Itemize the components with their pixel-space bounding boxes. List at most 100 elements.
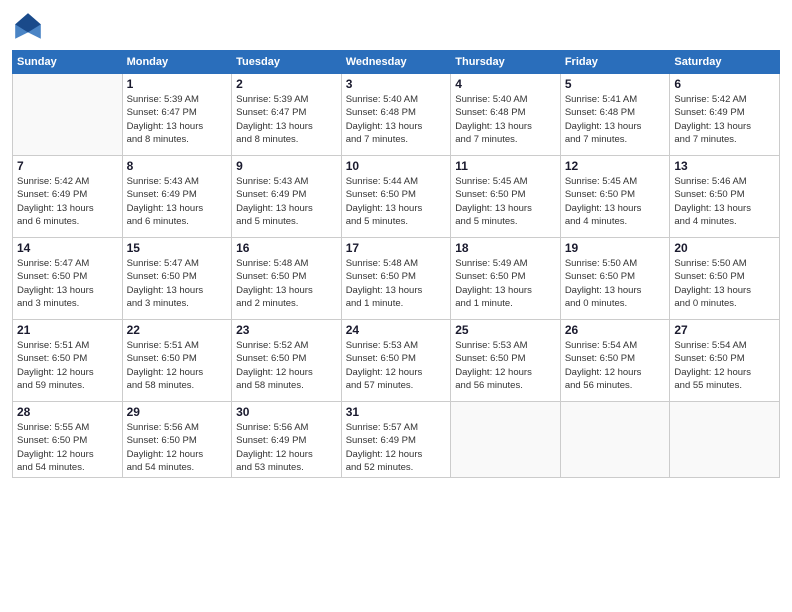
day-number: 31 [346,405,447,419]
weekday-header-wednesday: Wednesday [341,51,451,74]
day-info: Sunrise: 5:40 AM Sunset: 6:48 PM Dayligh… [455,93,556,146]
day-info: Sunrise: 5:53 AM Sunset: 6:50 PM Dayligh… [455,339,556,392]
calendar-cell: 16 Sunrise: 5:48 AM Sunset: 6:50 PM Dayli… [232,238,342,320]
day-number: 13 [674,159,775,173]
day-number: 10 [346,159,447,173]
day-info: Sunrise: 5:48 AM Sunset: 6:50 PM Dayligh… [236,257,337,310]
day-info: Sunrise: 5:56 AM Sunset: 6:49 PM Dayligh… [236,421,337,474]
day-number: 26 [565,323,666,337]
day-info: Sunrise: 5:51 AM Sunset: 6:50 PM Dayligh… [17,339,118,392]
calendar-cell: 27 Sunrise: 5:54 AM Sunset: 6:50 PM Dayli… [670,320,780,402]
logo-icon [12,10,44,42]
day-info: Sunrise: 5:46 AM Sunset: 6:50 PM Dayligh… [674,175,775,228]
calendar-cell: 6 Sunrise: 5:42 AM Sunset: 6:49 PM Daylig… [670,74,780,156]
calendar-cell: 10 Sunrise: 5:44 AM Sunset: 6:50 PM Dayli… [341,156,451,238]
day-info: Sunrise: 5:47 AM Sunset: 6:50 PM Dayligh… [17,257,118,310]
calendar-cell [451,402,561,478]
day-info: Sunrise: 5:54 AM Sunset: 6:50 PM Dayligh… [565,339,666,392]
calendar-cell: 1 Sunrise: 5:39 AM Sunset: 6:47 PM Daylig… [122,74,232,156]
calendar-week-2: 7 Sunrise: 5:42 AM Sunset: 6:49 PM Daylig… [13,156,780,238]
day-info: Sunrise: 5:39 AM Sunset: 6:47 PM Dayligh… [236,93,337,146]
day-number: 5 [565,77,666,91]
weekday-header-sunday: Sunday [13,51,123,74]
weekday-header-thursday: Thursday [451,51,561,74]
calendar-week-3: 14 Sunrise: 5:47 AM Sunset: 6:50 PM Dayli… [13,238,780,320]
day-number: 21 [17,323,118,337]
day-info: Sunrise: 5:43 AM Sunset: 6:49 PM Dayligh… [127,175,228,228]
page-header [12,10,780,42]
day-info: Sunrise: 5:41 AM Sunset: 6:48 PM Dayligh… [565,93,666,146]
day-number: 6 [674,77,775,91]
day-number: 8 [127,159,228,173]
weekday-header-saturday: Saturday [670,51,780,74]
day-number: 29 [127,405,228,419]
day-info: Sunrise: 5:47 AM Sunset: 6:50 PM Dayligh… [127,257,228,310]
day-number: 7 [17,159,118,173]
calendar-cell: 4 Sunrise: 5:40 AM Sunset: 6:48 PM Daylig… [451,74,561,156]
day-number: 23 [236,323,337,337]
day-info: Sunrise: 5:55 AM Sunset: 6:50 PM Dayligh… [17,421,118,474]
calendar-cell: 23 Sunrise: 5:52 AM Sunset: 6:50 PM Dayli… [232,320,342,402]
weekday-header-row: SundayMondayTuesdayWednesdayThursdayFrid… [13,51,780,74]
day-number: 18 [455,241,556,255]
calendar-cell: 25 Sunrise: 5:53 AM Sunset: 6:50 PM Dayli… [451,320,561,402]
day-number: 1 [127,77,228,91]
day-info: Sunrise: 5:54 AM Sunset: 6:50 PM Dayligh… [674,339,775,392]
calendar-cell: 12Sunrise: 5:45 AM Sunset: 6:50 PM Dayli… [560,156,670,238]
day-info: Sunrise: 5:42 AM Sunset: 6:49 PM Dayligh… [17,175,118,228]
calendar-cell: 13 Sunrise: 5:46 AM Sunset: 6:50 PM Dayli… [670,156,780,238]
day-number: 4 [455,77,556,91]
day-info: Sunrise: 5:45 AM Sunset: 6:50 PM Dayligh… [565,175,666,228]
calendar-cell: 22 Sunrise: 5:51 AM Sunset: 6:50 PM Dayli… [122,320,232,402]
day-info: Sunrise: 5:56 AM Sunset: 6:50 PM Dayligh… [127,421,228,474]
day-info: Sunrise: 5:40 AM Sunset: 6:48 PM Dayligh… [346,93,447,146]
day-number: 14 [17,241,118,255]
calendar-cell: 11Sunrise: 5:45 AM Sunset: 6:50 PM Dayli… [451,156,561,238]
day-info: Sunrise: 5:43 AM Sunset: 6:49 PM Dayligh… [236,175,337,228]
day-info: Sunrise: 5:52 AM Sunset: 6:50 PM Dayligh… [236,339,337,392]
calendar-cell: 21 Sunrise: 5:51 AM Sunset: 6:50 PM Dayli… [13,320,123,402]
day-info: Sunrise: 5:50 AM Sunset: 6:50 PM Dayligh… [674,257,775,310]
day-info: Sunrise: 5:44 AM Sunset: 6:50 PM Dayligh… [346,175,447,228]
calendar-cell: 31 Sunrise: 5:57 AM Sunset: 6:49 PM Dayli… [341,402,451,478]
calendar-cell: 29 Sunrise: 5:56 AM Sunset: 6:50 PM Dayli… [122,402,232,478]
calendar-cell: 3 Sunrise: 5:40 AM Sunset: 6:48 PM Daylig… [341,74,451,156]
calendar-cell: 8 Sunrise: 5:43 AM Sunset: 6:49 PM Daylig… [122,156,232,238]
day-info: Sunrise: 5:42 AM Sunset: 6:49 PM Dayligh… [674,93,775,146]
day-number: 2 [236,77,337,91]
day-number: 16 [236,241,337,255]
day-number: 22 [127,323,228,337]
calendar-week-4: 21 Sunrise: 5:51 AM Sunset: 6:50 PM Dayli… [13,320,780,402]
day-info: Sunrise: 5:50 AM Sunset: 6:50 PM Dayligh… [565,257,666,310]
day-info: Sunrise: 5:57 AM Sunset: 6:49 PM Dayligh… [346,421,447,474]
calendar-cell: 2 Sunrise: 5:39 AM Sunset: 6:47 PM Daylig… [232,74,342,156]
calendar-cell: 7 Sunrise: 5:42 AM Sunset: 6:49 PM Daylig… [13,156,123,238]
calendar-week-1: 1 Sunrise: 5:39 AM Sunset: 6:47 PM Daylig… [13,74,780,156]
calendar-cell: 18 Sunrise: 5:49 AM Sunset: 6:50 PM Dayli… [451,238,561,320]
calendar-body: 1 Sunrise: 5:39 AM Sunset: 6:47 PM Daylig… [13,74,780,478]
calendar-cell: 24Sunrise: 5:53 AM Sunset: 6:50 PM Dayli… [341,320,451,402]
day-info: Sunrise: 5:49 AM Sunset: 6:50 PM Dayligh… [455,257,556,310]
weekday-header-monday: Monday [122,51,232,74]
day-number: 25 [455,323,556,337]
weekday-header-tuesday: Tuesday [232,51,342,74]
day-info: Sunrise: 5:39 AM Sunset: 6:47 PM Dayligh… [127,93,228,146]
day-number: 27 [674,323,775,337]
calendar-cell: 30Sunrise: 5:56 AM Sunset: 6:49 PM Dayli… [232,402,342,478]
calendar-cell: 17Sunrise: 5:48 AM Sunset: 6:50 PM Dayli… [341,238,451,320]
weekday-header-friday: Friday [560,51,670,74]
calendar-cell: 28Sunrise: 5:55 AM Sunset: 6:50 PM Dayli… [13,402,123,478]
logo [12,10,48,42]
calendar-cell: 14 Sunrise: 5:47 AM Sunset: 6:50 PM Dayli… [13,238,123,320]
calendar-cell [13,74,123,156]
day-number: 11 [455,159,556,173]
calendar-cell: 5 Sunrise: 5:41 AM Sunset: 6:48 PM Daylig… [560,74,670,156]
calendar-week-5: 28Sunrise: 5:55 AM Sunset: 6:50 PM Dayli… [13,402,780,478]
day-number: 15 [127,241,228,255]
calendar-cell: 19Sunrise: 5:50 AM Sunset: 6:50 PM Dayli… [560,238,670,320]
day-number: 3 [346,77,447,91]
day-info: Sunrise: 5:51 AM Sunset: 6:50 PM Dayligh… [127,339,228,392]
day-number: 9 [236,159,337,173]
calendar-cell: 15 Sunrise: 5:47 AM Sunset: 6:50 PM Dayli… [122,238,232,320]
day-number: 20 [674,241,775,255]
